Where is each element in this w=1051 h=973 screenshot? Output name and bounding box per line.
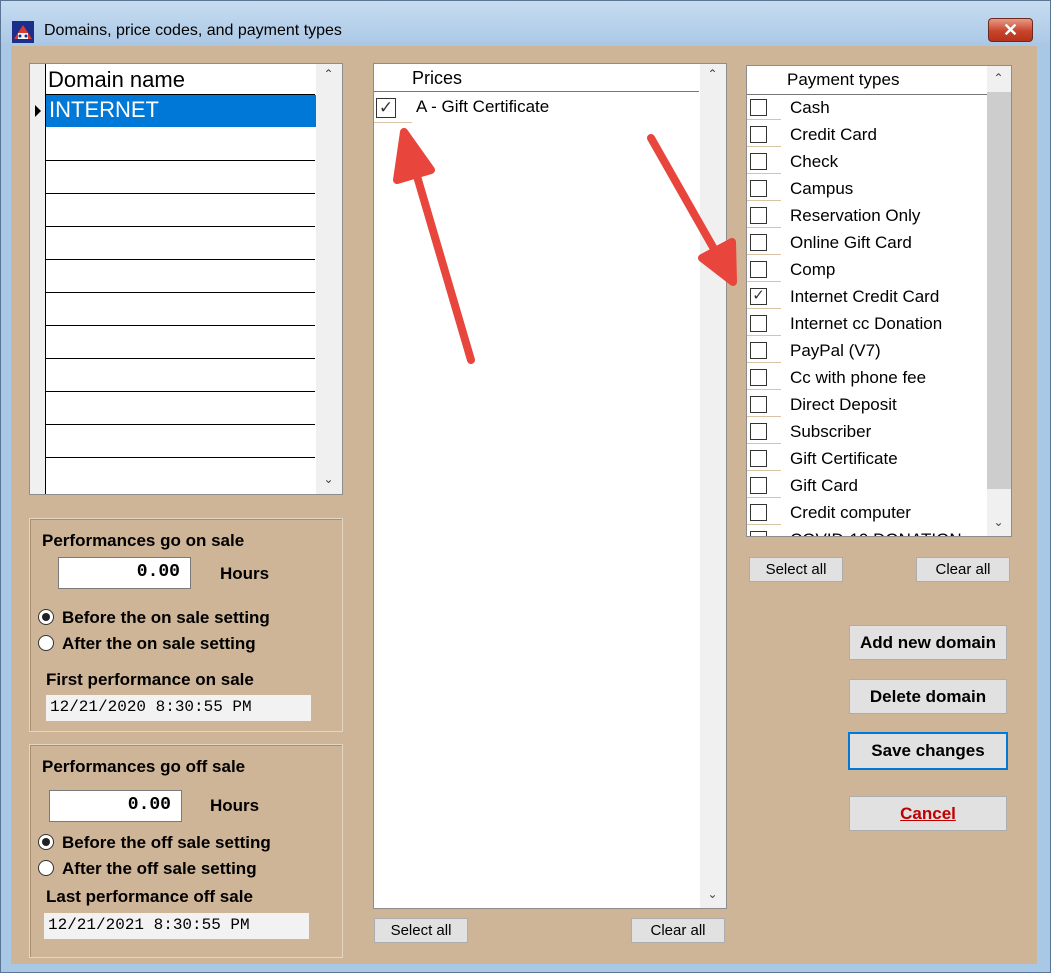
close-button[interactable]: ✕	[988, 18, 1033, 42]
dialog-client-area: Domain name INTERNET ⌃ ⌄ Performances go…	[11, 46, 1037, 964]
dialog-window: Domains, price codes, and payment types …	[0, 0, 1051, 973]
title-bar[interactable]: Domains, price codes, and payment types …	[1, 1, 1050, 43]
window-title: Domains, price codes, and payment types	[44, 22, 342, 39]
annotation-arrows	[393, 128, 737, 364]
annotation-arrow-payment	[647, 134, 737, 286]
close-icon: ✕	[1002, 20, 1019, 40]
app-icon	[12, 21, 34, 43]
annotation-arrow-prices	[393, 128, 475, 364]
